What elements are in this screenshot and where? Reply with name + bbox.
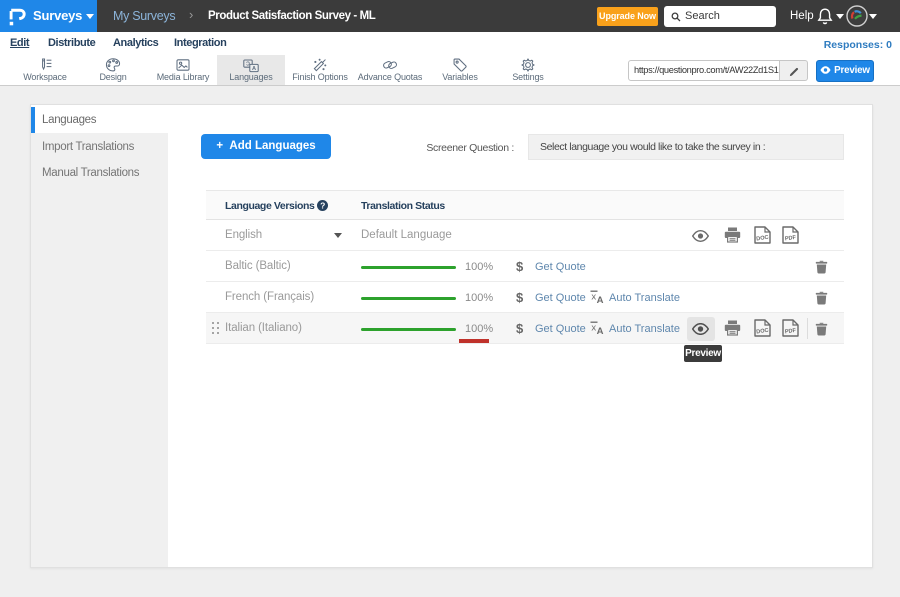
svg-text:A: A [597,295,604,305]
svg-text:A: A [252,66,256,72]
svg-text:DOC: DOC [756,235,769,243]
svg-text:DOC: DOC [756,328,769,336]
svg-text:Ɔ: Ɔ [246,62,250,68]
svg-text:PDF: PDF [785,328,797,336]
svg-text:PDF: PDF [785,235,797,243]
svg-text:?: ? [320,200,325,210]
svg-text:A: A [597,326,604,336]
